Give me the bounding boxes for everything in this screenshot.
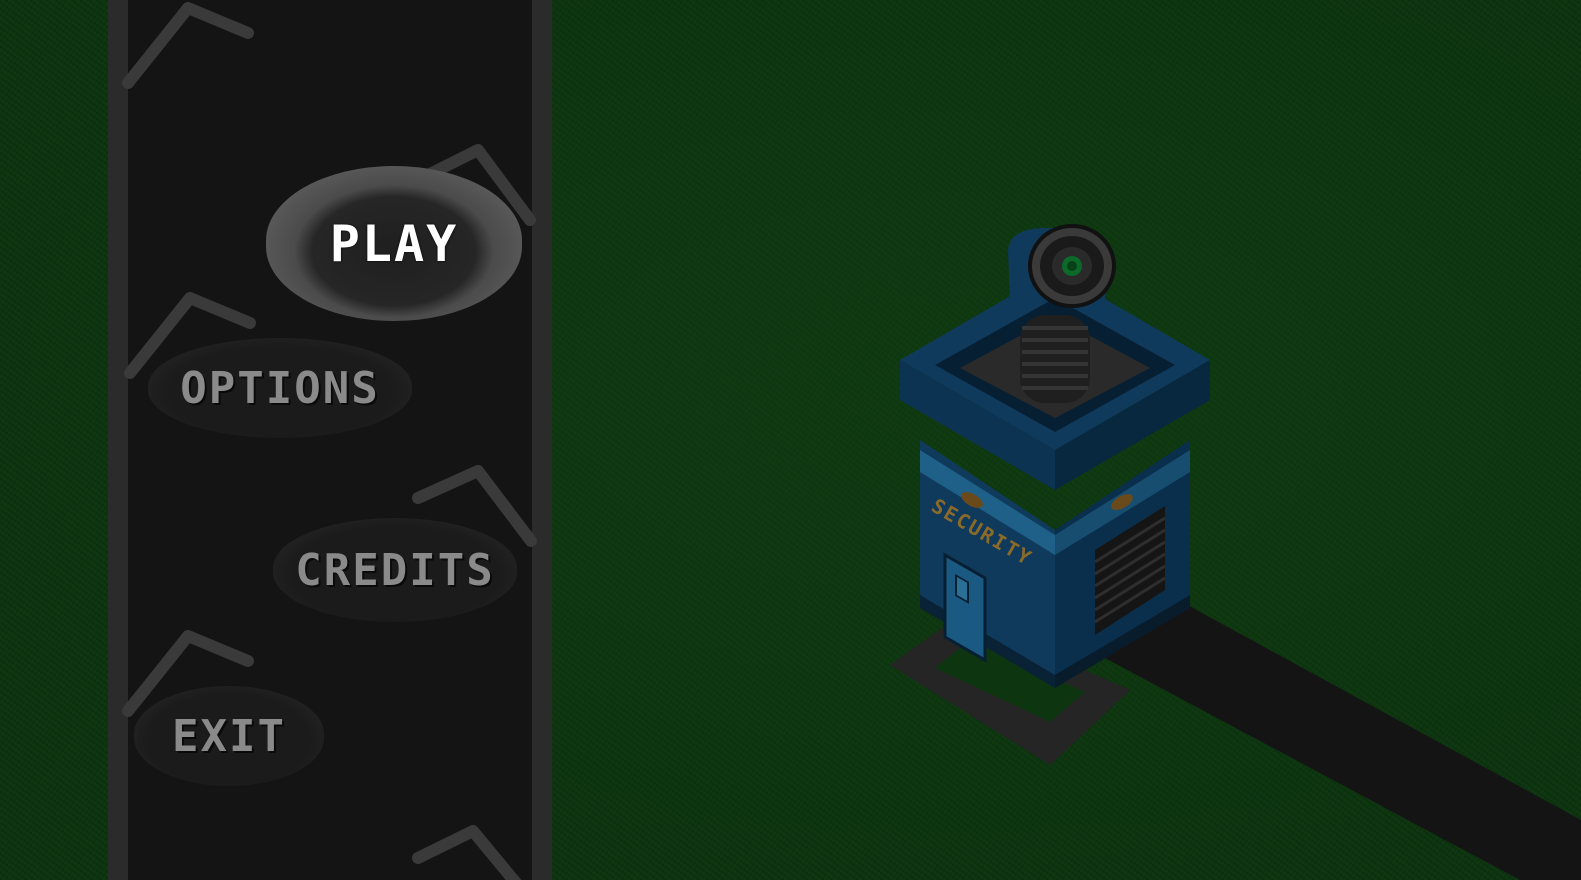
exit-button[interactable]: EXIT — [134, 686, 324, 786]
credits-button-label: CREDITS — [295, 544, 495, 596]
credits-button[interactable]: CREDITS — [273, 518, 517, 622]
options-button-label: OPTIONS — [180, 362, 380, 414]
street-lamp-icon — [122, 2, 254, 89]
options-button[interactable]: OPTIONS — [148, 338, 412, 438]
street-lamp-icon — [412, 825, 522, 880]
main-menu-panel: PLAY OPTIONS CREDITS EXIT — [108, 0, 552, 880]
security-building: SECURITY — [900, 224, 1210, 688]
play-button-label: PLAY — [329, 214, 459, 273]
game-scene: PLAY OPTIONS CREDITS EXIT SECURITY — [0, 0, 1581, 880]
play-button[interactable]: PLAY — [266, 166, 522, 321]
exit-button-label: EXIT — [172, 710, 286, 762]
